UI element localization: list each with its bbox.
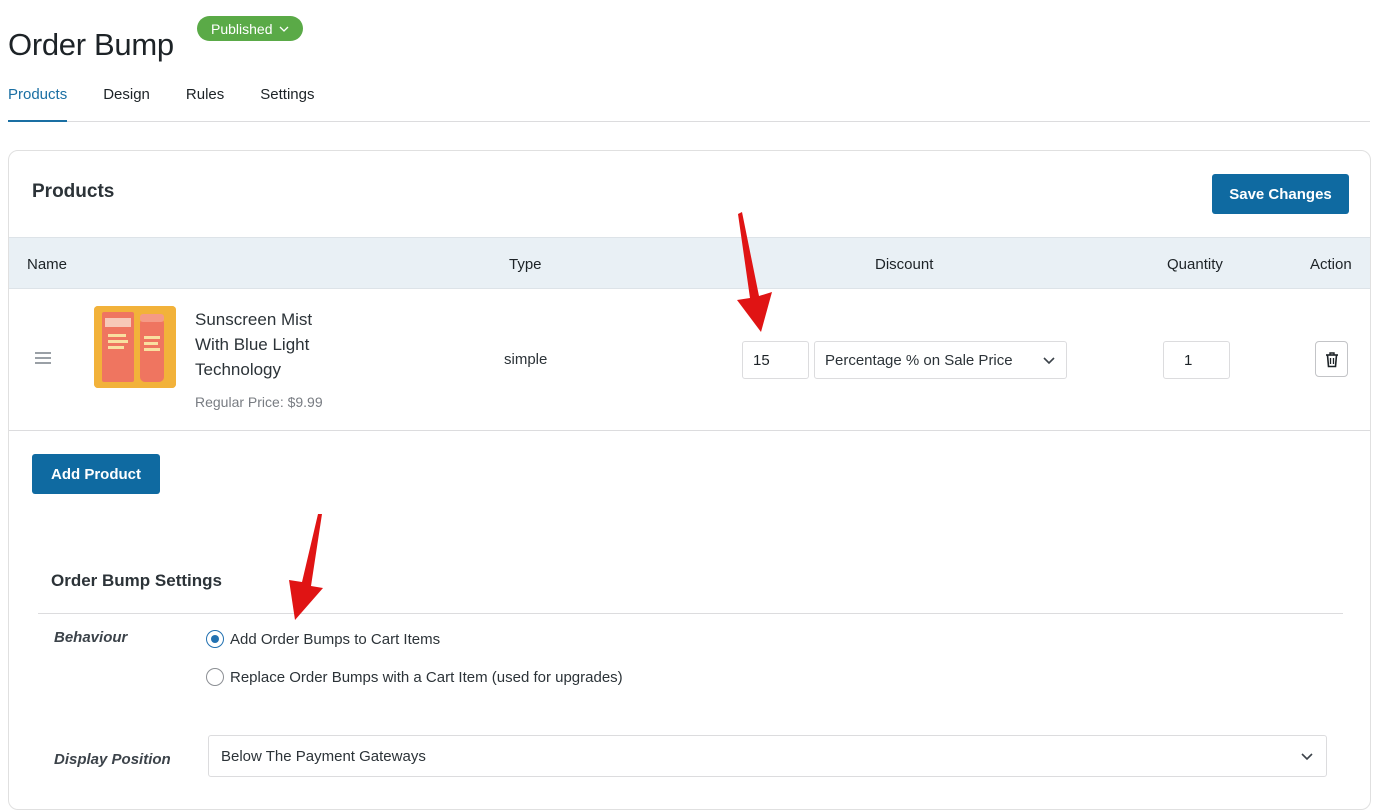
status-dropdown[interactable]: Published (197, 16, 303, 41)
behaviour-option-replace[interactable]: Replace Order Bumps with a Cart Item (us… (206, 668, 623, 686)
display-position-select[interactable]: Below The Payment Gateways (208, 735, 1327, 777)
column-name: Name (27, 256, 68, 273)
products-card: Products Save Changes Name Type Discount… (8, 150, 1371, 810)
display-position-value: Below The Payment Gateways (221, 747, 426, 765)
delete-button[interactable] (1315, 341, 1348, 377)
add-product-button[interactable]: Add Product (32, 454, 160, 494)
product-type: simple (504, 351, 548, 368)
column-quantity: Quantity (1167, 256, 1223, 273)
status-label: Published (211, 20, 273, 37)
save-changes-button[interactable]: Save Changes (1212, 174, 1349, 214)
radio-button[interactable] (206, 668, 224, 686)
chevron-down-icon (279, 26, 288, 32)
divider (38, 613, 1343, 614)
behaviour-option-add[interactable]: Add Order Bumps to Cart Items (206, 630, 440, 648)
drag-handle-icon[interactable] (35, 352, 51, 364)
table-row: Sunscreen Mist With Blue Light Technolog… (9, 289, 1370, 431)
column-action: Action (1310, 256, 1352, 273)
tab-products[interactable]: Products (8, 84, 68, 122)
trash-icon (1325, 351, 1338, 367)
column-discount: Discount (875, 256, 934, 273)
tab-bar: Products Design Rules Settings (8, 84, 1370, 122)
order-bump-settings-title: Order Bump Settings (51, 571, 222, 590)
behaviour-option-label: Replace Order Bumps with a Cart Item (us… (230, 668, 623, 686)
product-price: Regular Price: $9.99 (195, 394, 323, 410)
discount-type-select[interactable]: Percentage % on Sale Price (814, 341, 1067, 379)
chevron-down-icon (1301, 753, 1313, 761)
products-table-header: Name Type Discount Quantity Action (9, 237, 1370, 289)
tab-settings[interactable]: Settings (260, 84, 314, 122)
product-thumbnail (94, 306, 176, 388)
column-type: Type (509, 256, 542, 273)
page-title: Order Bump (8, 26, 174, 62)
discount-value-input[interactable] (742, 341, 809, 379)
product-name: Sunscreen Mist With Blue Light Technolog… (195, 310, 313, 379)
display-position-label: Display Position (54, 751, 171, 768)
tab-rules[interactable]: Rules (186, 84, 224, 122)
products-card-title: Products (32, 181, 115, 202)
discount-type-value: Percentage % on Sale Price (825, 351, 1013, 369)
behaviour-label: Behaviour (54, 629, 128, 646)
radio-button-checked[interactable] (206, 630, 224, 648)
behaviour-option-label: Add Order Bumps to Cart Items (230, 630, 441, 648)
quantity-input[interactable] (1163, 341, 1230, 379)
tab-design[interactable]: Design (103, 84, 150, 122)
chevron-down-icon (1043, 357, 1055, 365)
